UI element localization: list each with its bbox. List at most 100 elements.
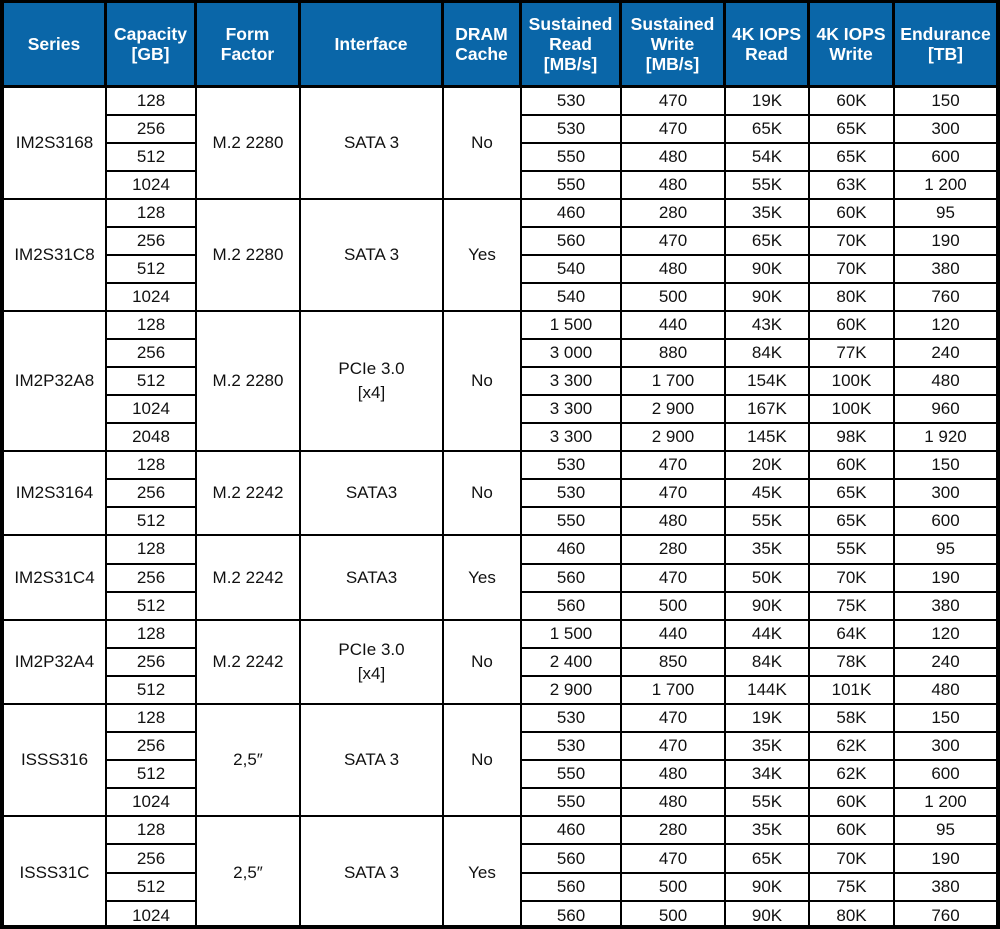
series-name-cell: ISSS31C (4, 816, 107, 929)
capacity-cell: 512 (107, 368, 195, 397)
sustained-write-column-stack: 280 470 500 500 (622, 816, 726, 929)
sustained-read-cell: 560 (556, 905, 586, 925)
endurance-cell: 190 (895, 565, 996, 593)
endurance-cell: 480 (931, 679, 960, 699)
sustained-write-column-stack: 280 470 480 500 (622, 200, 726, 311)
iops-write-cell: 58K (810, 705, 893, 733)
capacity-cell: 512 (107, 761, 195, 789)
endurance-cell: 1 200 (924, 175, 967, 195)
capacity-cell: 512 (136, 679, 166, 699)
sustained-read-cell: 460 (522, 200, 620, 229)
table-body: IM2S3168 128 256 512 1024 M.2 2280 SATA 3 No 530… (4, 88, 996, 929)
endurance-cell: 95 (895, 536, 996, 565)
capacity-cell: 256 (107, 733, 195, 761)
sustained-write-cell: 1 700 (651, 679, 695, 699)
endurance-cell: 240 (895, 649, 996, 677)
series-name-cell: IM2S31C4 (4, 536, 107, 619)
sustained-read-cell: 550 (522, 761, 620, 789)
iops-write-column-stack: 60K 65K 65K (810, 452, 895, 535)
iops-write-cell: 63K (836, 175, 867, 195)
sustained-write-cell: 280 (622, 817, 724, 846)
iops-write-cell: 100K (810, 368, 893, 397)
endurance-column-stack: 120 240 480 (895, 621, 996, 703)
sustained-write-cell: 280 (622, 200, 724, 229)
sustained-write-cell: 500 (622, 874, 724, 903)
sustained-write-cell: 480 (658, 175, 688, 195)
iops-read-cell: 19K (726, 88, 808, 117)
sustained-write-cell: 480 (658, 511, 688, 531)
interface-cell: PCIe 3.0 [x4] (301, 620, 444, 703)
sustained-read-column-stack: 1 500 2 400 2 900 (522, 620, 622, 703)
iops-write-cell: 60K (810, 200, 893, 229)
iops-read-cell: 154K (726, 368, 808, 397)
dram-cache-cell: No (444, 620, 522, 703)
iops-read-cell: 20K (726, 452, 808, 481)
iops-write-cell: 100K (810, 396, 893, 425)
sustained-read-column-stack: 460 560 540 540 (522, 200, 622, 311)
iops-read-cell: 35K (726, 536, 808, 565)
table-header-row: Series Capacity [GB] Form Factor Interfa… (4, 3, 996, 88)
capacity-column-stack: 128 256 512 (107, 452, 197, 535)
iops-write-column-stack: 58K 62K 62K 60K (810, 704, 895, 815)
capacity-cell: 512 (107, 874, 195, 903)
dram-cache-cell: No (444, 704, 522, 815)
endurance-cell: 190 (895, 228, 996, 257)
iops-write-cell: 70K (810, 565, 893, 593)
iops-write-cell: 98K (836, 427, 867, 447)
iops-read-cell: 55K (751, 511, 783, 531)
capacity-column-stack: 128 256 512 (107, 620, 197, 703)
capacity-cell: 1024 (132, 175, 170, 195)
iops-read-column-stack: 19K 65K 54K 55K (726, 88, 810, 199)
sustained-write-cell: 470 (622, 228, 724, 257)
endurance-cell: 150 (895, 452, 996, 481)
sustained-read-cell: 530 (522, 733, 620, 761)
iops-read-cell: 65K (726, 228, 808, 257)
iops-write-cell: 70K (810, 845, 893, 874)
capacity-cell: 256 (107, 228, 195, 257)
capacity-cell: 128 (107, 621, 195, 649)
series-name-cell: IM2S3164 (4, 452, 107, 535)
series-name-cell: IM2S3168 (4, 88, 107, 199)
endurance-cell: 300 (895, 480, 996, 509)
endurance-cell: 240 (895, 340, 996, 369)
iops-read-cell: 19K (726, 705, 808, 733)
sustained-write-cell: 470 (622, 480, 724, 509)
iops-read-column-stack: 19K 35K 34K 55K (726, 704, 810, 815)
capacity-cell: 256 (107, 116, 195, 145)
sustained-write-cell: 470 (622, 88, 724, 117)
endurance-column-stack: 120 240 480 960 1 920 (895, 312, 996, 450)
endurance-cell: 380 (931, 595, 960, 615)
sustained-write-cell: 470 (622, 565, 724, 593)
endurance-column-stack: 150 300 600 1 200 (895, 705, 996, 815)
capacity-cell: 128 (107, 817, 195, 846)
iops-read-cell: 43K (726, 312, 808, 341)
iops-read-cell: 55K (751, 175, 783, 195)
iops-read-cell: 90K (751, 905, 783, 925)
sustained-read-cell: 550 (522, 144, 620, 173)
iops-read-cell: 90K (751, 287, 783, 307)
iops-write-cell: 65K (810, 116, 893, 145)
endurance-cell: 760 (931, 905, 960, 925)
sustained-write-cell: 480 (622, 256, 724, 285)
sustained-read-cell: 1 500 (522, 621, 620, 649)
endurance-cell: 480 (895, 368, 996, 397)
endurance-cell: 95 (895, 200, 996, 229)
iops-read-cell: 35K (726, 733, 808, 761)
capacity-cell: 512 (107, 144, 195, 173)
capacity-column-stack: 128 256 512 (107, 536, 197, 619)
column-header-sustained-write: Sustained Write [MB/s] (622, 3, 726, 85)
sustained-read-cell: 560 (556, 595, 586, 615)
iops-write-column-stack: 55K 70K 75K (810, 536, 895, 619)
sustained-write-cell: 480 (622, 761, 724, 789)
series-group: IM2P32A8 128 256 512 1024 2048 M.2 2280 PCIe 3.… (4, 312, 996, 453)
capacity-column-stack: 128 256 512 1024 2048 (107, 312, 197, 451)
sustained-write-cell: 470 (622, 705, 724, 733)
column-header-form-factor: Form Factor (197, 3, 301, 85)
interface-cell: PCIe 3.0 [x4] (301, 312, 444, 451)
series-group: IM2S31C4 128 256 512 M.2 2242 SATA3 Yes 460 560 5… (4, 536, 996, 621)
endurance-cell: 1 200 (924, 791, 967, 811)
iops-read-column-stack: 20K 45K 55K (726, 452, 810, 535)
iops-write-cell: 62K (810, 733, 893, 761)
series-name-cell: IM2P32A8 (4, 312, 107, 451)
endurance-cell: 1 920 (924, 427, 967, 447)
